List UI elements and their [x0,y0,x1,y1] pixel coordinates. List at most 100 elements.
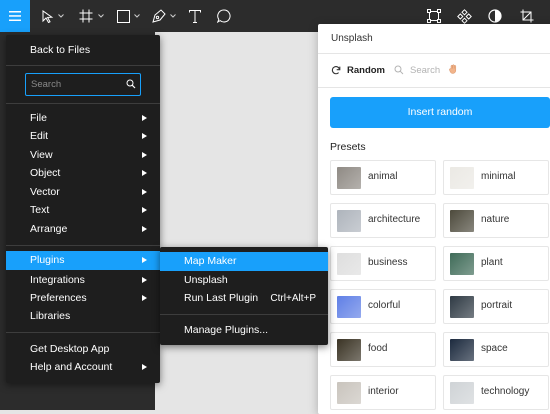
preset-thumbnail [337,210,361,232]
menu-item-preferences[interactable]: Preferences [6,289,160,307]
menu-item-label: Preferences [30,292,87,304]
preset-card-minimal[interactable]: minimal [443,160,549,195]
menu-item-arrange[interactable]: Arrange [6,220,160,238]
chevron-right-icon [142,226,147,232]
chevron-right-icon [142,295,147,301]
preset-card-interior[interactable]: interior [330,375,436,410]
move-tool-icon [42,9,54,23]
chevron-right-icon [142,133,147,139]
preset-thumbnail [450,296,474,318]
preset-label: technology [481,386,530,397]
preset-card-nature[interactable]: nature [443,203,549,238]
shape-tool-button[interactable] [113,0,133,32]
preset-card-space[interactable]: space [443,332,549,367]
hamburger-menu-icon [9,11,21,21]
menu-item-label: Help and Account [30,361,113,373]
preset-thumbnail [450,167,474,189]
frame-tool-icon [79,9,93,23]
plugins-submenu: Map Maker Unsplash Run Last Plugin Ctrl+… [160,247,328,345]
unsplash-plugin-panel: Unsplash Random Search Insert random Pre… [318,24,550,414]
search-icon [394,65,404,75]
menu-item-help-and-account[interactable]: Help and Account [6,358,160,376]
pen-tool-icon [152,9,166,23]
submenu-item-run-last-plugin[interactable]: Run Last Plugin Ctrl+Alt+P [160,289,328,308]
preset-card-plant[interactable]: plant [443,246,549,281]
menu-separator [6,245,160,246]
preset-card-portrait[interactable]: portrait [443,289,549,324]
search-icon [126,79,136,89]
pen-tool-button[interactable] [149,0,169,32]
chevron-right-icon [142,257,147,263]
menu-item-vector[interactable]: Vector [6,183,160,201]
preset-thumbnail [337,253,361,275]
menu-item-file[interactable]: File [6,109,160,127]
menu-search-input[interactable] [26,74,122,95]
preset-card-animal[interactable]: animal [330,160,436,195]
submenu-item-manage-plugins[interactable]: Manage Plugins... [160,321,328,340]
menu-separator [160,314,328,315]
menu-item-label: Libraries [30,310,71,322]
preset-thumbnail [450,382,474,404]
preset-thumbnail [450,210,474,232]
menu-item-object[interactable]: Object [6,164,160,182]
menu-item-label: File [30,112,47,124]
move-tool-button[interactable] [38,0,58,32]
submenu-item-map-maker[interactable]: Map Maker [160,252,328,271]
chevron-right-icon [142,277,147,283]
chevron-down-icon[interactable] [58,13,64,19]
menu-item-label: Edit [30,130,49,142]
preset-thumbnail [337,167,361,189]
chevron-right-icon [142,189,147,195]
chevron-down-icon[interactable] [170,13,176,19]
preset-thumbnail [450,339,474,361]
menu-item-get-desktop-app[interactable]: Get Desktop App [6,340,160,358]
menu-item-integrations[interactable]: Integrations [6,271,160,289]
preset-card-architecture[interactable]: architecture [330,203,436,238]
comment-tool-button[interactable] [214,0,234,32]
menu-item-edit[interactable]: Edit [6,127,160,145]
shortcut-label: Ctrl+Alt+P [270,293,316,304]
menu-item-view[interactable]: View [6,146,160,164]
crop-icon [520,9,534,23]
frame-tool-button[interactable] [76,0,96,32]
main-menu: Back to Files File Edit View Object Vect… [6,35,160,383]
preset-card-colorful[interactable]: colorful [330,289,436,324]
chevron-down-icon[interactable] [134,13,140,19]
contrast-icon [488,9,502,23]
menu-separator [6,65,160,66]
insert-random-button[interactable]: Insert random [330,97,550,128]
menu-search[interactable] [25,73,141,96]
presets-label: Presets [330,141,366,153]
menu-separator [6,332,160,333]
chevron-right-icon [142,152,147,158]
menu-item-label: Integrations [30,274,85,286]
menu-item-plugins[interactable]: Plugins [6,251,160,270]
preset-label: food [368,343,388,354]
chevron-down-icon[interactable] [98,13,104,19]
menu-item-libraries[interactable]: Libraries [6,307,160,325]
preset-card-technology[interactable]: technology [443,375,549,410]
preset-card-food[interactable]: food [330,332,436,367]
preset-thumbnail [337,382,361,404]
refresh-icon [331,66,341,75]
main-menu-button[interactable] [0,0,30,32]
chevron-right-icon [142,207,147,213]
menu-item-label: Text [30,204,50,216]
menu-separator [6,103,160,104]
components-grid-icon [456,8,472,24]
tab-search[interactable]: Search [394,62,440,78]
menu-item-text[interactable]: Text [6,201,160,219]
component-icon [427,9,441,23]
tab-random[interactable]: Random [331,62,385,78]
divider [318,53,550,54]
preset-label: interior [368,386,399,397]
preset-label: space [481,343,508,354]
text-tool-button[interactable] [185,0,205,32]
submenu-item-unsplash[interactable]: Unsplash [160,271,328,290]
menu-item-label: View [30,149,53,161]
menu-item-label: Vector [30,186,60,198]
chevron-right-icon [142,170,147,176]
menu-item-back-to-files[interactable]: Back to Files [6,41,160,59]
preset-card-business[interactable]: business [330,246,436,281]
preset-label: architecture [368,214,421,225]
